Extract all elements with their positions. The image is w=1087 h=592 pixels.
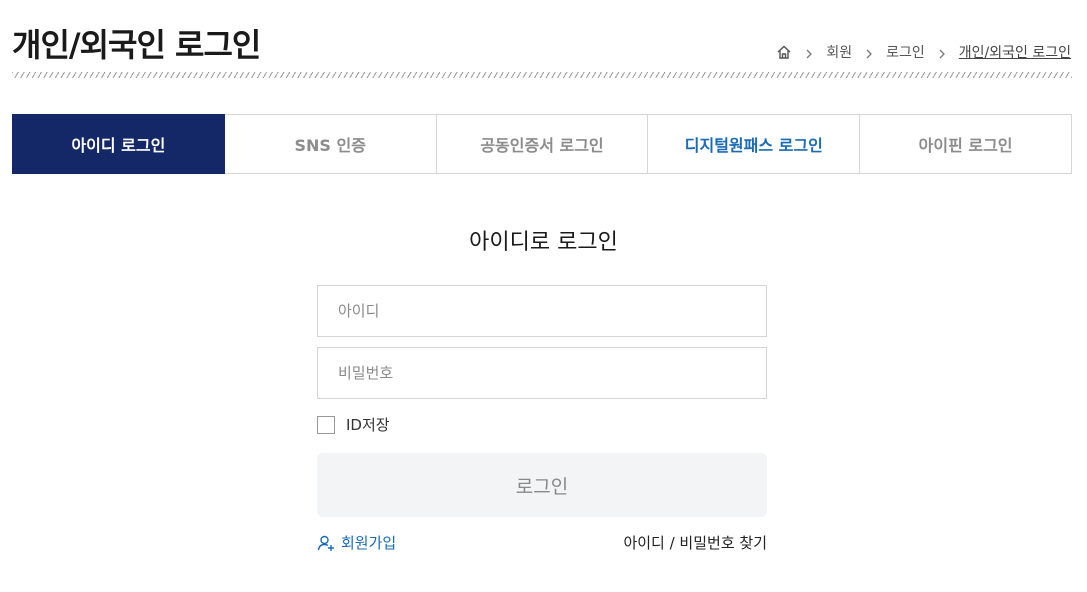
user-add-icon [317, 534, 335, 552]
breadcrumb-item-login[interactable]: 로그인 [886, 42, 925, 62]
chevron-right-icon [804, 47, 814, 59]
password-input[interactable] [317, 347, 767, 399]
breadcrumb: 회원 로그인 개인/외국인 로그인 [776, 42, 1071, 62]
login-button[interactable]: 로그인 [317, 453, 767, 517]
tab-id-login[interactable]: 아이디 로그인 [12, 114, 225, 174]
home-icon[interactable] [776, 44, 792, 60]
login-heading: 아이디로 로그인 [469, 230, 618, 255]
login-tabs: 아이디 로그인 SNS 인증 공동인증서 로그인 디지털원패스 로그인 아이핀 … [12, 114, 1072, 174]
find-id-password-link[interactable]: 아이디 / 비밀번호 찾기 [623, 532, 767, 553]
signup-link[interactable]: 회원가입 [317, 532, 396, 553]
id-input[interactable] [317, 285, 767, 337]
signup-label: 회원가입 [341, 534, 397, 552]
chevron-right-icon [937, 47, 947, 59]
tab-ipin-login[interactable]: 아이핀 로그인 [860, 114, 1072, 174]
tab-certificate-login[interactable]: 공동인증서 로그인 [436, 114, 649, 174]
breadcrumb-item-current[interactable]: 개인/외국인 로그인 [959, 42, 1071, 62]
title-divider [12, 72, 1072, 78]
save-id-option[interactable]: ID저장 [317, 414, 390, 435]
save-id-checkbox[interactable] [317, 415, 335, 434]
tab-sns-auth[interactable]: SNS 인증 [224, 114, 437, 174]
chevron-right-icon [864, 47, 874, 59]
page-title: 개인/외국인 로그인 [12, 26, 261, 64]
tab-digital-onepass-login[interactable]: 디지털원패스 로그인 [648, 114, 861, 174]
save-id-label: ID저장 [346, 416, 390, 434]
breadcrumb-item-member[interactable]: 회원 [826, 42, 852, 62]
